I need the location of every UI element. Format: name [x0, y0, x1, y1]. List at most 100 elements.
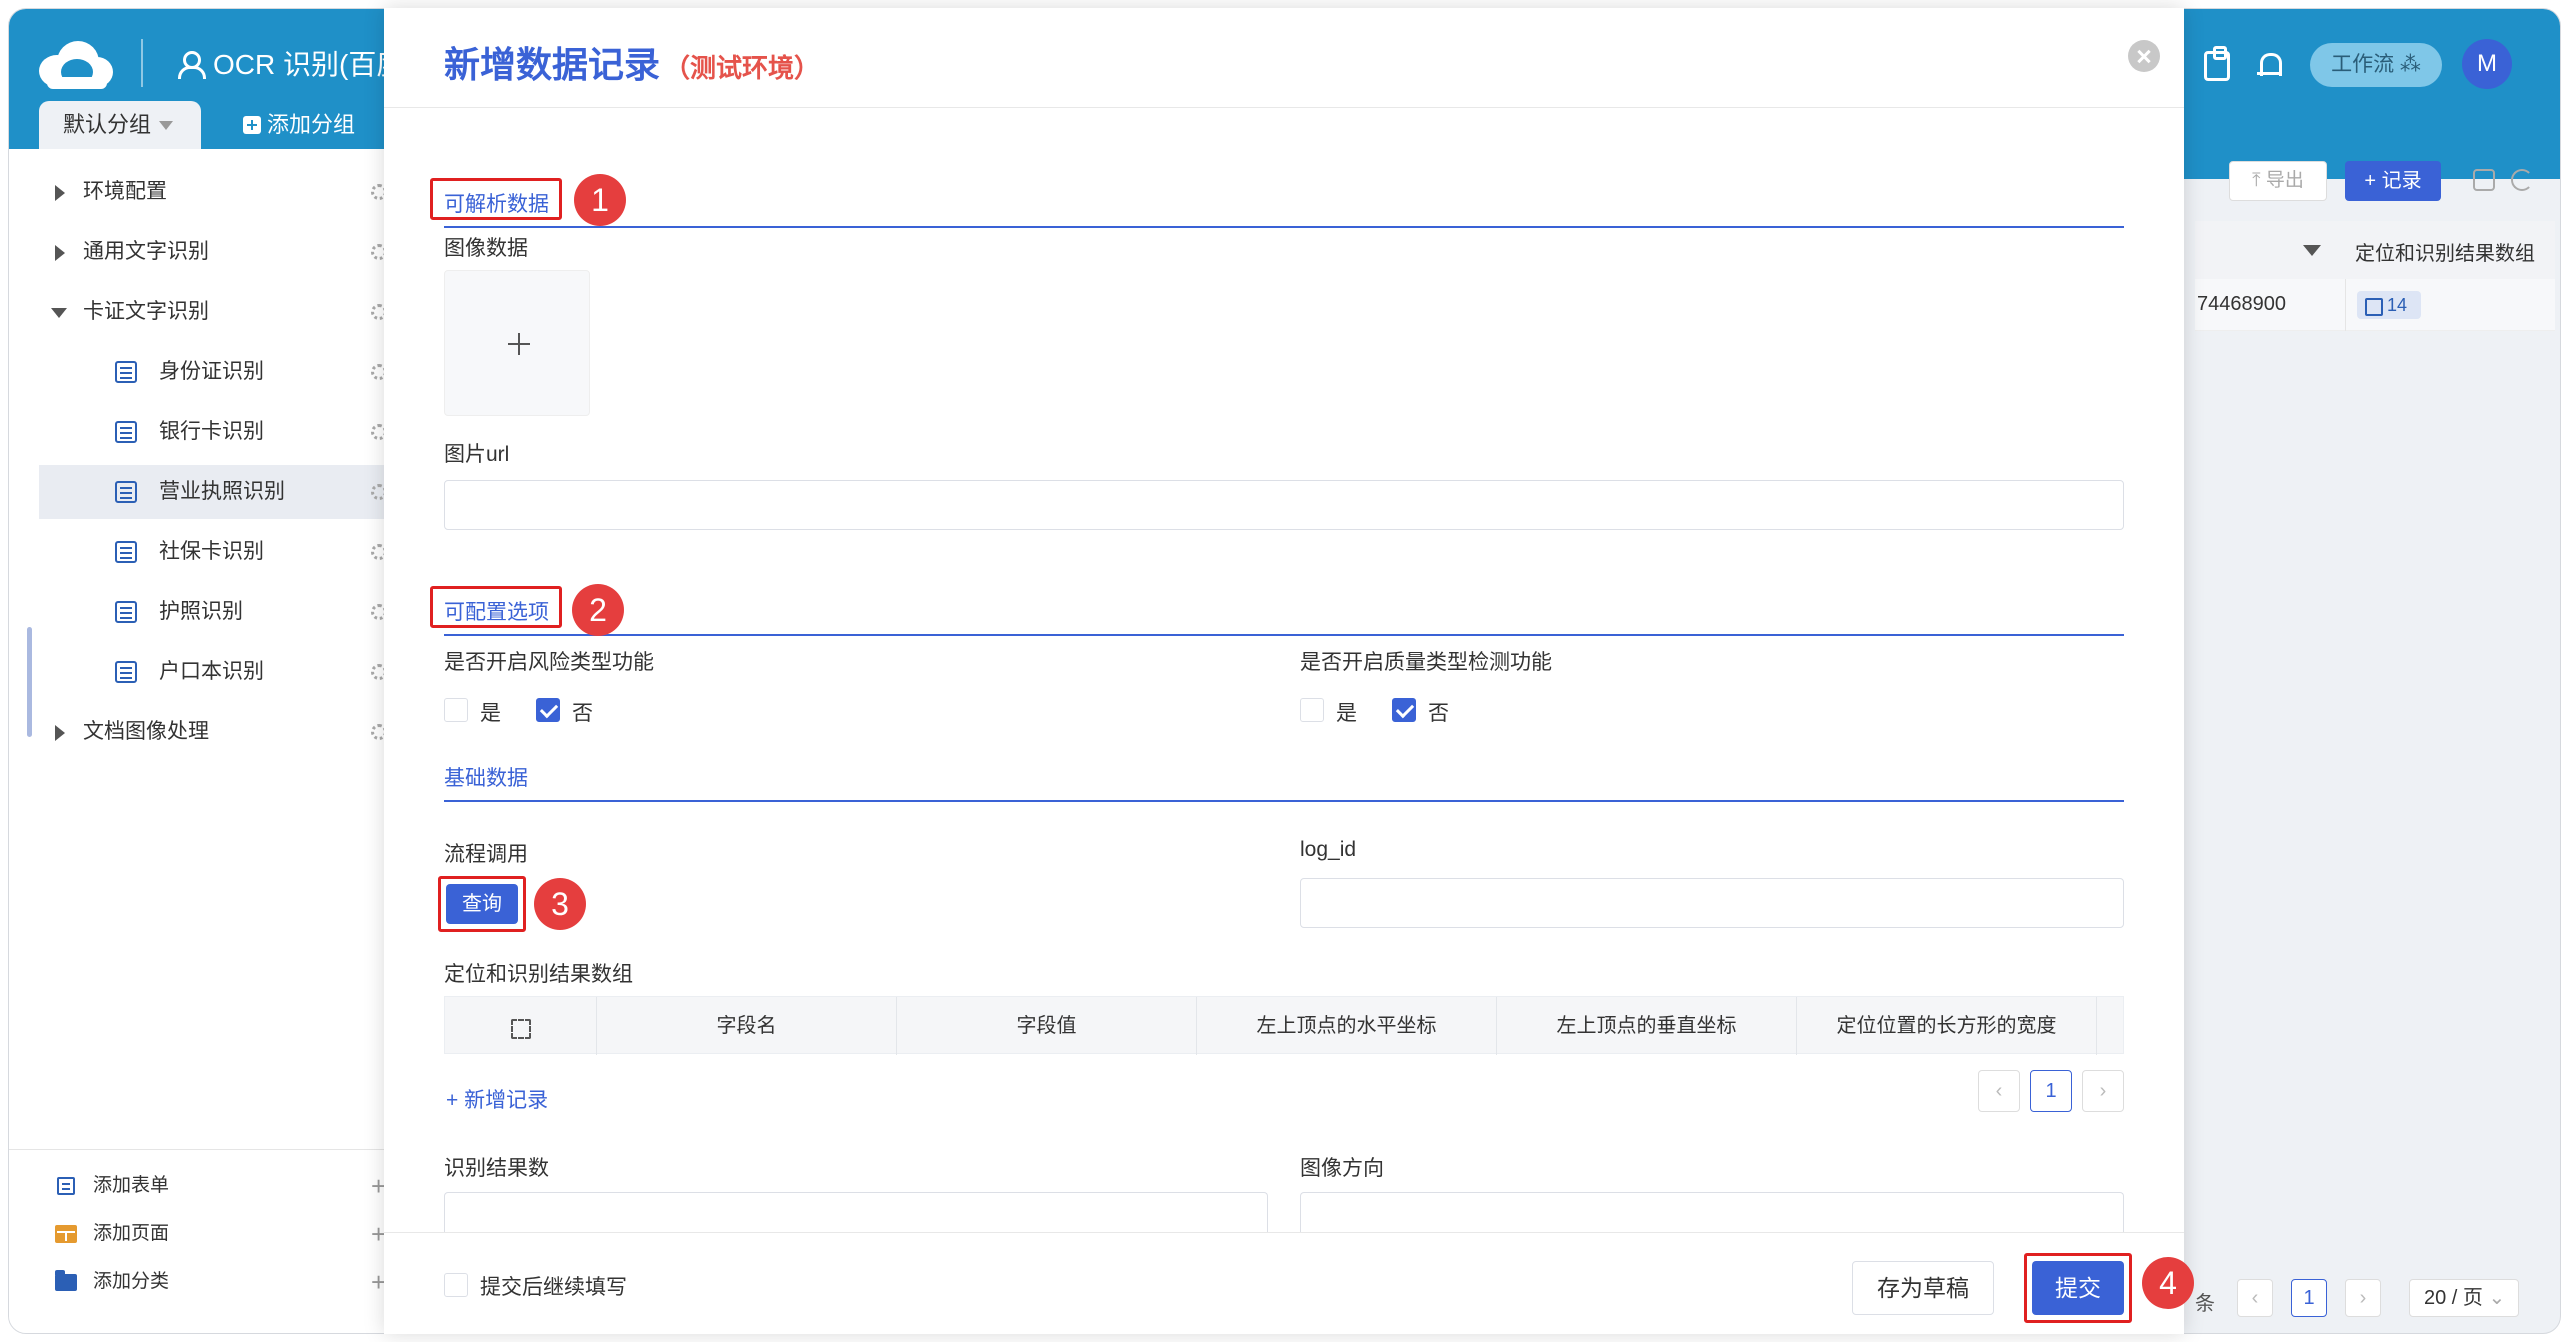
save-draft-button[interactable]: 存为草稿: [1852, 1261, 1994, 1315]
result-array-label: 定位和识别结果数组: [444, 963, 633, 986]
risk-yes-label: 是: [480, 702, 501, 725]
form-icon: [115, 421, 137, 443]
image-url-input[interactable]: [444, 480, 2124, 530]
column-header: 定位和识别结果数组: [2355, 243, 2535, 265]
add-page-label: 添加页面: [93, 1223, 170, 1244]
sidebar-item-label: 通用文字识别: [83, 240, 209, 263]
tab-add-group-label: 添加分组: [267, 112, 356, 137]
quality-no-label: 否: [1428, 702, 1449, 725]
new-record-modal: 新增数据记录 （测试环境） 可解析数据 1 图像数据 图片url 可配置选项 2 …: [384, 8, 2194, 1334]
add-page-button[interactable]: 添加页面 +: [45, 1210, 386, 1258]
form-icon: [115, 481, 137, 503]
sidebar-item-household[interactable]: 户口本识别: [9, 645, 389, 699]
folder-icon: [55, 1270, 77, 1291]
sidebar-item-label: 文档图像处理: [83, 720, 209, 743]
expand-right-icon[interactable]: [55, 245, 65, 261]
tab-default-group-label: 默认分组: [63, 112, 152, 137]
sidebar-item-passport[interactable]: 护照识别: [9, 585, 389, 639]
sidebar-item-label: 社保卡识别: [159, 540, 264, 563]
sidebar-item-business-license[interactable]: 营业执照识别: [39, 465, 389, 519]
prev-page-button[interactable]: ‹: [2237, 1279, 2273, 1317]
workflow-button[interactable]: 工作流 ⁂: [2310, 43, 2442, 87]
table-row[interactable]: 74468900 14: [2195, 279, 2555, 331]
column-divider: [2345, 279, 2346, 331]
sidebar-item-general-ocr[interactable]: 通用文字识别: [9, 225, 389, 279]
column-top-left-x: 左上顶点的水平坐标: [1197, 997, 1497, 1055]
chevron-down-icon: ⌄: [2488, 1287, 2506, 1309]
close-icon[interactable]: [2128, 40, 2160, 72]
add-category-button[interactable]: 添加分类 +: [45, 1258, 386, 1306]
expand-icon[interactable]: [511, 1019, 531, 1039]
avatar[interactable]: M: [2462, 39, 2512, 89]
inbox-icon[interactable]: [2473, 169, 2495, 191]
result-count-input[interactable]: [444, 1192, 1268, 1232]
sidebar-item-social-security[interactable]: 社保卡识别: [9, 525, 389, 579]
image-direction-input[interactable]: [1300, 1192, 2124, 1232]
cloud-logo-icon: [39, 39, 115, 89]
sidebar-item-doc-image[interactable]: 文档图像处理: [9, 705, 389, 759]
add-category-label: 添加分类: [93, 1271, 170, 1292]
submit-button[interactable]: 提交: [2032, 1261, 2124, 1315]
sidebar-item-env-config[interactable]: 环境配置: [9, 165, 389, 219]
log-id-input[interactable]: [1300, 878, 2124, 928]
expand-column[interactable]: [445, 997, 597, 1055]
expand-right-icon[interactable]: [55, 725, 65, 741]
form-icon: [115, 601, 137, 623]
add-sub-record-link[interactable]: + 新增记录: [446, 1084, 548, 1114]
sidebar-item-card-ocr[interactable]: 卡证文字识别: [9, 285, 389, 339]
image-upload-button[interactable]: [444, 270, 590, 416]
next-page-button[interactable]: ›: [2345, 1279, 2381, 1317]
prev-page-button[interactable]: ‹: [1978, 1070, 2020, 1112]
sidebar-scrollbar[interactable]: [27, 627, 32, 737]
pager-unit-label: 条: [2195, 1293, 2215, 1315]
page-number[interactable]: 1: [2291, 1279, 2327, 1317]
person-icon: [177, 51, 206, 79]
continue-checkbox[interactable]: [444, 1273, 468, 1297]
sidebar-item-label: 身份证识别: [159, 360, 264, 383]
add-form-button[interactable]: 添加表单 +: [45, 1162, 386, 1210]
caret-down-icon[interactable]: [2303, 245, 2321, 256]
log-id-label: log_id: [1300, 838, 1357, 861]
modal-title: 新增数据记录 （测试环境）: [444, 36, 820, 88]
count-badge[interactable]: 14: [2357, 291, 2421, 319]
risk-yes-checkbox[interactable]: [444, 698, 468, 722]
section-parsable-data: 可解析数据: [444, 180, 2124, 228]
risk-type-label: 是否开启风险类型功能: [444, 651, 654, 674]
sidebar-item-label: 环境配置: [83, 180, 167, 203]
marker-3: 3: [534, 878, 586, 930]
form-icon: [57, 1177, 75, 1195]
continue-label: 提交后继续填写: [480, 1276, 627, 1299]
sidebar-item-bank-card[interactable]: 银行卡识别: [9, 405, 389, 459]
modal-body: 可解析数据 1 图像数据 图片url 可配置选项 2 是否开启风险类型功能 是 …: [384, 108, 2184, 1232]
modal-footer: 提交后继续填写 存为草稿 提交 4: [384, 1232, 2194, 1334]
risk-no-checkbox[interactable]: [536, 698, 560, 722]
refresh-icon[interactable]: [2511, 169, 2533, 191]
sidebar-item-id-card[interactable]: 身份证识别: [9, 345, 389, 399]
image-data-label: 图像数据: [444, 237, 528, 260]
marker-1: 1: [574, 174, 626, 226]
tab-default-group[interactable]: 默认分组: [39, 101, 201, 149]
query-button[interactable]: 查询: [446, 884, 518, 924]
quality-yes-checkbox[interactable]: [1300, 698, 1324, 722]
clipboard-icon[interactable]: [2204, 46, 2230, 81]
header-divider: [141, 39, 143, 87]
expand-right-icon[interactable]: [55, 185, 65, 201]
add-record-button[interactable]: + 记录: [2345, 161, 2441, 201]
next-page-button[interactable]: ›: [2082, 1070, 2124, 1112]
page-size-select[interactable]: 20 / 页 ⌄: [2409, 1279, 2519, 1317]
modal-title-text: 新增数据记录: [444, 44, 661, 85]
row-number: 74468900: [2197, 293, 2286, 315]
expand-down-icon[interactable]: [51, 308, 67, 318]
column-field-value: 字段值: [897, 997, 1197, 1055]
tab-add-group[interactable]: 添加分组: [219, 101, 379, 149]
add-form-label: 添加表单: [93, 1175, 170, 1196]
quality-no-checkbox[interactable]: [1392, 698, 1416, 722]
bell-icon[interactable]: [2256, 51, 2282, 81]
column-field-name: 字段名: [597, 997, 897, 1055]
sidebar-item-label: 银行卡识别: [159, 420, 264, 443]
caret-down-icon: [159, 121, 174, 130]
page-number[interactable]: 1: [2030, 1070, 2072, 1112]
sidebar: 环境配置 通用文字识别 卡证文字识别 身份证识别 银行卡识别 营业执照识别 社保…: [9, 149, 389, 1333]
image-direction-label: 图像方向: [1300, 1157, 1384, 1180]
export-button[interactable]: ⤒ 导出: [2229, 161, 2327, 201]
